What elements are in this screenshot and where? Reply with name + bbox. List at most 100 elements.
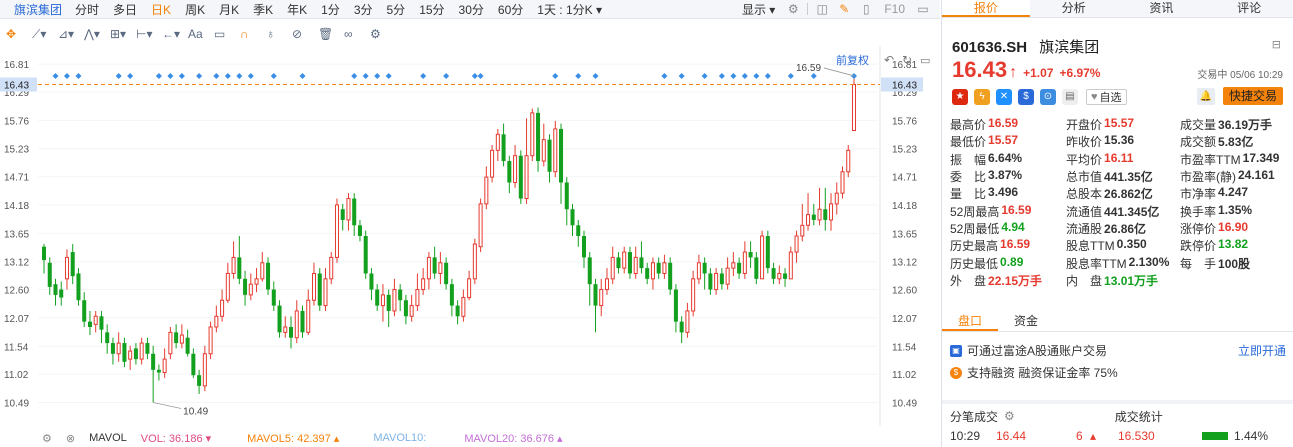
candle-body (823, 209, 828, 220)
right-tab[interactable]: 报价 (942, 0, 1030, 17)
lock-draw-icon[interactable]: ♁ (266, 25, 284, 43)
candle-body (507, 161, 512, 183)
period-tab[interactable]: 30分 (452, 1, 491, 18)
candle-body (185, 337, 190, 354)
tick-up-icon: ▴ (1090, 429, 1097, 443)
screenshot-icon[interactable]: ◫ (815, 2, 829, 16)
wave-tool-icon[interactable]: ⋀▾ (84, 25, 102, 43)
period-tab[interactable]: 15分 (412, 1, 451, 18)
tick-row: 10:29 16.44 6 ▴ 16.530 1.44% (950, 426, 1290, 446)
candle-body (334, 204, 339, 258)
connect-icon[interactable]: ✕ (996, 88, 1012, 105)
period-tab[interactable]: 年K (280, 1, 314, 18)
draw-settings-icon[interactable]: ⚙ (370, 25, 388, 43)
chart-grid: 16.81 16.8116.29 16.2915.76 15.7615.23 15.23… (4, 46, 917, 426)
candle-body (817, 208, 822, 221)
magnet-icon[interactable]: ∩ (240, 25, 258, 43)
open-account-link[interactable]: 立即开通 (1238, 342, 1286, 359)
settings-gear-icon[interactable]: ⚙ (786, 2, 800, 16)
undo-icon[interactable]: ↶ (884, 53, 894, 67)
expand-icon[interactable]: ⊟ (1272, 38, 1281, 51)
arrow-tool-icon[interactable]: ←▾ (162, 25, 180, 43)
period-tab[interactable]: 5分 (380, 1, 413, 18)
indicator-close-icon[interactable]: ⊗ (66, 432, 75, 445)
hide-draw-icon[interactable]: ⊘ (292, 25, 310, 43)
price-row: 16.43 ↑ +1.07 +6.97% (952, 57, 1100, 83)
layout-icon[interactable]: ▯ (859, 2, 873, 16)
period-tab[interactable]: 月K (212, 1, 246, 18)
reset-icon[interactable]: ↻ (902, 53, 912, 67)
line-tool-icon[interactable]: ⟋▾ (32, 25, 50, 43)
window-icon[interactable]: ▭ (920, 55, 930, 67)
candle-body (742, 251, 747, 274)
event-marker-icon (471, 73, 478, 79)
candle-body (702, 262, 707, 274)
period-tab[interactable]: 1天 : 1分K ▾ (530, 1, 609, 18)
quote-cell: 52周最低 4.94 (950, 220, 1066, 237)
quote-cell: 涨停价 16.90 (1180, 220, 1290, 237)
quote-cell: 市净率 4.247 (1180, 185, 1290, 202)
candle-body (70, 252, 75, 277)
period-tab[interactable]: 3分 (347, 1, 380, 18)
fq-label[interactable]: 前复权 (836, 53, 869, 67)
measure-tool-icon[interactable]: ⊢▾ (136, 25, 154, 43)
quote-row: 历史最高 16.59 股息TTM 0.350 跌停价 13.82 (950, 237, 1290, 254)
event-marker-icon (270, 73, 277, 79)
fib-tool-icon[interactable]: ⊞▾ (110, 25, 128, 43)
period-tab[interactable]: 日K (144, 1, 178, 18)
period-tab[interactable]: 多日 (106, 1, 144, 18)
quote-cell: 开盘价 15.57 (1066, 116, 1180, 133)
kline-chart[interactable]: 16.81 16.8116.29 16.2915.76 15.7615.23 15.23… (0, 46, 940, 426)
chart-panel: 旗滨集团 分时 多日 日K 周K 月K 季K 年K 1分 3分 5分 15分 30分 60分 1天 : 1… (0, 0, 940, 447)
right-tab[interactable]: 分析 (1030, 0, 1118, 17)
ai-icon[interactable]: ⊙ (1040, 88, 1056, 105)
event-marker-icon (851, 73, 857, 79)
f10-button[interactable]: F10 (877, 2, 912, 16)
note-icon[interactable]: ▤ (1062, 88, 1078, 105)
quote-cell: 最高价 16.59 (950, 116, 1066, 133)
indicator-settings-icon[interactable]: ⚙ (42, 432, 52, 445)
quote-value: 4.247 (1218, 185, 1249, 200)
price-change: +1.07 (1023, 66, 1054, 80)
right-tab[interactable]: 资讯 (1118, 0, 1206, 17)
left-axis-tick: 13.65 (4, 229, 29, 240)
quote-cell: 内 盘 13.01万手 (1066, 272, 1180, 289)
quote-label: 平均价 (1066, 152, 1103, 167)
quote-row: 委 比 3.87% 总市值 441.35亿 市盈率(静) 24.161 (950, 168, 1290, 185)
quote-cell: 股息率TTM 2.130% (1066, 255, 1180, 272)
period-tab[interactable]: 季K (246, 1, 280, 18)
account-icon: ▣ (950, 344, 962, 357)
event-marker-icon (155, 73, 162, 79)
alert-bell-icon[interactable]: 🔔 (1197, 88, 1215, 105)
event-marker-icon (236, 73, 243, 79)
lightning-icon[interactable]: ϟ (974, 88, 990, 105)
text-tool-icon[interactable]: Aa (188, 25, 206, 43)
candle-body (547, 139, 552, 172)
margin-icon[interactable]: $ (1018, 88, 1034, 105)
period-tab[interactable]: 周K (178, 1, 212, 18)
candle-body (93, 315, 98, 325)
add-watchlist-button[interactable]: ♥ 自选 (1086, 88, 1127, 105)
quick-trade-button[interactable]: 快捷交易 (1222, 87, 1283, 105)
crosshair-move-icon[interactable]: ✥ (6, 25, 24, 43)
display-dropdown[interactable]: 显示 ▾ (735, 1, 782, 18)
collapse-icon[interactable]: ▭ (916, 2, 930, 16)
mavol-label[interactable]: MAVOL (89, 432, 127, 444)
pank-tab[interactable]: 盘口 (942, 310, 998, 331)
candlestick-series (41, 75, 857, 403)
delete-draw-icon[interactable]: 🗑 (318, 25, 336, 43)
link-icon[interactable]: ∞ (344, 25, 362, 43)
channel-tool-icon[interactable]: ⊿▾ (58, 25, 76, 43)
quote-row: 52周最高 16.59 流通值 441.345亿 换手率 1.35% (950, 202, 1290, 219)
draw-pen-icon[interactable]: ✎ (837, 2, 851, 16)
quote-cell: 市盈率(静) 24.161 (1180, 168, 1290, 185)
event-marker-icon (115, 73, 122, 79)
pank-tab[interactable]: 资金 (998, 310, 1054, 331)
period-tab[interactable]: 1分 (314, 1, 347, 18)
comment-tool-icon[interactable]: ▭ (214, 25, 232, 43)
period-tab[interactable]: 60分 (491, 1, 530, 18)
tick-settings-icon[interactable]: ⚙ (1004, 409, 1015, 423)
period-tab[interactable]: 分时 (68, 1, 106, 18)
stock-name-label[interactable]: 旗滨集团 (0, 1, 68, 18)
right-tab[interactable]: 评论 (1205, 0, 1293, 17)
